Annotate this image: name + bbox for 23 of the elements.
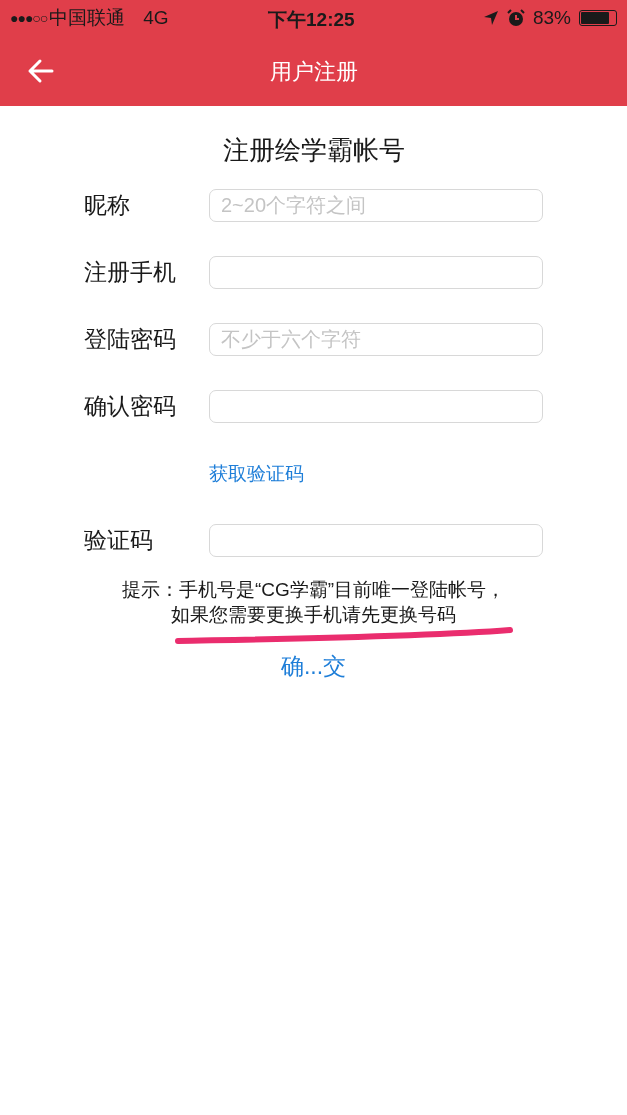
form-heading: 注册绘学霸帐号	[221, 134, 406, 167]
carrier-name: 中国联通	[49, 5, 126, 30]
input-field[interactable]: 2~20个字符之间	[209, 188, 543, 222]
field-label: 注册手机	[84, 257, 177, 287]
network-type: 4G	[143, 5, 169, 30]
field-label: 昵称	[84, 190, 131, 220]
page-title: 用户注册	[269, 57, 358, 86]
battery-percentage: 83%	[532, 5, 571, 30]
signal-indicator: ●●●○○	[10, 8, 48, 28]
location-icon	[482, 10, 499, 26]
input-field[interactable]	[209, 255, 543, 289]
hint-text: 提示：手机号是“CG学霸”目前唯一登陆帐号，如果您需要更换手机请先更换号码	[120, 578, 507, 627]
field-label: 登陆密码	[84, 324, 177, 354]
field-label: 验证码	[84, 525, 154, 555]
input-field[interactable]	[209, 389, 543, 423]
clock-time: 下午12:25	[268, 8, 355, 32]
submit-button[interactable]: 确...交	[280, 649, 347, 684]
battery-icon	[579, 10, 617, 26]
field-label: 确认密码	[84, 391, 177, 421]
input-field[interactable]	[209, 523, 543, 557]
alarm-icon	[506, 9, 525, 27]
input-field[interactable]: 不少于六个字符	[209, 322, 543, 356]
get-code-link[interactable]: 获取验证码	[209, 459, 304, 489]
